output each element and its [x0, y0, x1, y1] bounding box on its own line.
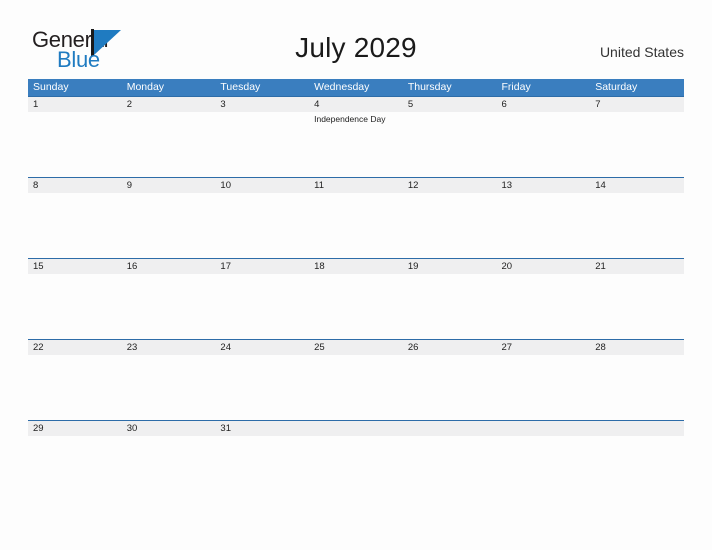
calendar-day-cell[interactable]: 26 [403, 340, 497, 420]
calendar-day-cell[interactable]: 6 [497, 97, 591, 177]
day-number: 31 [220, 423, 231, 434]
calendar-grid: Sunday Monday Tuesday Wednesday Thursday… [28, 79, 684, 501]
calendar-day-cell[interactable]: 5 [403, 97, 497, 177]
calendar-day-cell[interactable]: 17 [215, 259, 309, 339]
calendar-day-cell[interactable]: 2 [122, 97, 216, 177]
weekday-header-wednesday: Wednesday [314, 81, 370, 93]
weekday-header-saturday: Saturday [595, 81, 638, 93]
calendar-day-cell[interactable]: 13 [497, 178, 591, 258]
region-label: United States [599, 44, 684, 60]
day-number: 20 [501, 261, 513, 272]
weekday-header-thursday: Thursday [407, 81, 452, 93]
calendar-day-cell[interactable]: 21 [590, 259, 684, 339]
day-number: 10 [220, 180, 231, 191]
calendar-day-cell[interactable]: 14 [590, 178, 684, 258]
weekday-header-monday: Monday [126, 81, 165, 93]
day-number: 4 [314, 99, 320, 110]
day-number: 7 [595, 99, 601, 110]
calendar-day-cell[interactable] [590, 421, 684, 501]
day-number: 21 [595, 261, 606, 272]
calendar-day-cell[interactable]: 16 [122, 259, 216, 339]
calendar-day-cell[interactable]: 25 [309, 340, 403, 420]
day-number: 12 [407, 180, 419, 191]
day-number: 24 [220, 342, 231, 353]
calendar-day-cell[interactable]: 30 [122, 421, 216, 501]
calendar-day-cell[interactable]: 1 [28, 97, 122, 177]
day-number: 11 [314, 180, 324, 191]
calendar-day-cell[interactable]: 18 [309, 259, 403, 339]
calendar-day-cell[interactable]: 12 [403, 178, 497, 258]
calendar-week-row: 1 2 3 4 Independence Day 5 6 7 [28, 96, 684, 177]
day-number: 15 [33, 261, 44, 272]
calendar-day-cell[interactable]: 23 [122, 340, 216, 420]
day-number: 3 [220, 99, 226, 110]
calendar-week-row: 15 16 17 18 19 20 21 [28, 258, 684, 339]
day-number: 1 [33, 99, 39, 110]
day-number: 8 [33, 180, 39, 191]
calendar-day-cell[interactable]: 15 [28, 259, 122, 339]
calendar-day-cell[interactable]: 20 [497, 259, 591, 339]
calendar-day-cell[interactable]: 4 Independence Day [309, 97, 403, 177]
day-number: 26 [407, 342, 419, 353]
day-number: 29 [33, 423, 44, 434]
calendar-day-cell[interactable]: 11 [309, 178, 403, 258]
calendar-day-cell[interactable]: 31 [215, 421, 309, 501]
weekday-header-sunday: Sunday [33, 81, 69, 93]
calendar-day-cell[interactable]: 3 [215, 97, 309, 177]
calendar-day-cell[interactable]: 7 [590, 97, 684, 177]
weekday-header-tuesday: Tuesday [220, 81, 261, 93]
day-number: 16 [126, 261, 138, 272]
calendar-day-cell[interactable]: 9 [122, 178, 216, 258]
calendar-day-cell[interactable]: 22 [28, 340, 122, 420]
calendar-day-cell[interactable]: 24 [215, 340, 309, 420]
day-number: 30 [126, 423, 138, 434]
day-number: 28 [595, 342, 606, 353]
day-number: 23 [126, 342, 138, 353]
day-number: 22 [33, 342, 44, 353]
day-number: 14 [595, 180, 606, 191]
day-number: 2 [126, 99, 132, 110]
calendar-day-cell[interactable] [309, 421, 403, 501]
calendar-week-row: 22 23 24 25 26 27 28 [28, 339, 684, 420]
weekday-header-friday: Friday [501, 81, 531, 93]
calendar-day-cell[interactable]: 27 [497, 340, 591, 420]
day-number: 9 [126, 180, 132, 191]
day-event-label: Independence Day [314, 114, 386, 124]
page-header: General Blue July 2029 United States [0, 0, 712, 79]
day-number: 6 [501, 99, 507, 110]
day-number: 13 [501, 180, 513, 191]
calendar-week-row: 8 9 10 11 12 13 14 [28, 177, 684, 258]
day-number: 5 [407, 99, 414, 110]
calendar-day-cell[interactable] [497, 421, 591, 501]
day-number: 27 [501, 342, 513, 353]
day-number: 18 [314, 261, 325, 272]
calendar-day-cell[interactable]: 29 [28, 421, 122, 501]
day-number: 25 [314, 342, 325, 353]
calendar-day-cell[interactable]: 10 [215, 178, 309, 258]
calendar-day-cell[interactable]: 19 [403, 259, 497, 339]
day-number: 19 [407, 261, 419, 272]
day-number: 17 [220, 261, 231, 272]
calendar-week-row: 29 30 31 [28, 420, 684, 501]
calendar-day-cell[interactable]: 28 [590, 340, 684, 420]
weekday-header-row: Sunday Monday Tuesday Wednesday Thursday… [28, 79, 684, 96]
calendar-day-cell[interactable]: 8 [28, 178, 122, 258]
calendar-day-cell[interactable] [403, 421, 497, 501]
